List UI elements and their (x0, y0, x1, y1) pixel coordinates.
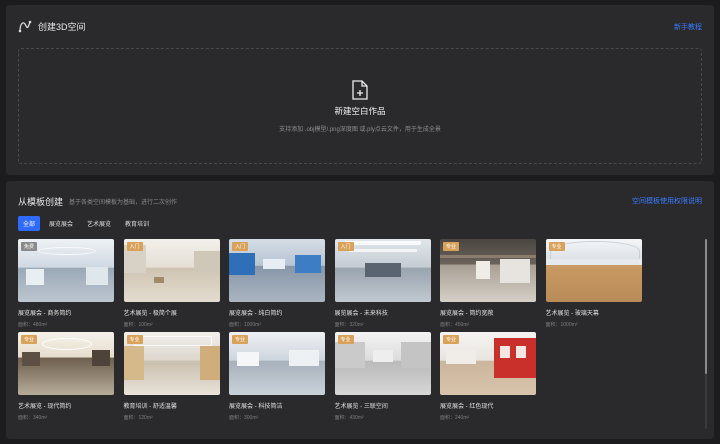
template-grid: 免费 展览展会 - 商务简约 面积：480m² 入门 艺术展览 - 极简个展 面… (18, 239, 658, 421)
template-area: 面积：430m² (334, 415, 364, 421)
template-area: 面积：1000m² (229, 322, 261, 328)
tab-art[interactable]: 艺术展览 (82, 216, 116, 231)
template-thumbnail[interactable]: 入门 (334, 239, 431, 302)
template-badge: 专业 (443, 335, 460, 344)
category-tabs: 全部 展览展会 艺术展览 教育培训 (18, 216, 154, 231)
create-panel: 创建3D空间 新手教程 新建空白作品 支持添加 .obj模型/.png深度图 或… (6, 5, 714, 175)
template-panel: 从模板创建 基于各类空间模板为基础，进行二次创作 空间模板使用权限说明 全部 展… (6, 181, 714, 439)
new-blank-dropzone[interactable]: 新建空白作品 支持添加 .obj模型/.png深度图 或.ply点云文件，用于生… (18, 48, 702, 164)
curve-path-icon (18, 20, 32, 33)
template-card[interactable]: 专业 艺术展览 - 现代简约 面积：340m² (18, 332, 114, 421)
template-area: 面积：120m² (123, 415, 153, 421)
guide-link[interactable]: 新手教程 (674, 22, 702, 32)
template-card[interactable]: 专业 展览展会 - 科技简洁 面积：300m² (229, 332, 325, 421)
template-badge: 入门 (337, 242, 354, 251)
template-thumbnail[interactable]: 专业 (123, 332, 220, 395)
template-badge: 专业 (232, 335, 249, 344)
template-area: 面积：480m² (18, 322, 48, 328)
templates-subtitle: 基于各类空间模板为基础，进行二次创作 (69, 200, 178, 206)
scrollbar-thumb[interactable] (705, 239, 707, 374)
template-card[interactable]: 专业 艺术展览 - 玻璃天幕 面积：1000m² (545, 239, 642, 328)
template-badge: 入门 (126, 242, 143, 251)
tab-education[interactable]: 教育培训 (120, 216, 154, 231)
template-card[interactable]: 专业 展览展会 - 红色现代 面积：240m² (440, 332, 536, 421)
template-thumbnail[interactable]: 免费 (18, 239, 114, 302)
template-title: 艺术展览 - 极简个展 (123, 311, 177, 317)
tab-exhibition[interactable]: 展览展会 (44, 216, 78, 231)
template-badge: 专业 (126, 335, 143, 344)
template-thumbnail[interactable]: 专业 (545, 239, 642, 302)
create-title: 创建3D空间 (38, 21, 86, 32)
template-card[interactable]: 专业 展览展会 - 简约宽敞 面积：450m² (440, 239, 536, 328)
template-card[interactable]: 免费 展览展会 - 商务简约 面积：480m² (18, 239, 114, 328)
template-area: 面积：340m² (18, 415, 48, 421)
template-area: 面积：100m² (123, 322, 153, 328)
dropzone-title: 新建空白作品 (334, 105, 386, 116)
template-title: 艺术展览 - 现代简约 (18, 404, 72, 410)
template-card[interactable]: 专业 教育培训 - 舒适温馨 面积：120m² (123, 332, 220, 421)
file-plus-icon (352, 79, 368, 100)
template-card[interactable]: 入门 展览展会 - 未来科技 面积：320m² (334, 239, 431, 328)
template-thumbnail[interactable]: 专业 (440, 332, 536, 395)
template-scrollbar[interactable] (705, 239, 707, 429)
dropzone-hint: 支持添加 .obj模型/.png深度图 或.ply点云文件，用于生成全景 (279, 126, 441, 133)
template-area: 面积：450m² (440, 322, 470, 328)
template-thumbnail[interactable]: 专业 (334, 332, 431, 395)
template-thumbnail[interactable]: 入门 (229, 239, 325, 302)
create-header: 创建3D空间 (18, 19, 86, 33)
template-badge: 专业 (548, 242, 565, 251)
template-badge: 入门 (232, 242, 249, 251)
template-badge: 免费 (21, 242, 38, 251)
template-title: 展览展会 - 商务简约 (18, 311, 72, 317)
template-area: 面积：240m² (440, 415, 470, 421)
template-area: 面积：320m² (334, 322, 364, 328)
template-title: 展览展会 - 未来科技 (334, 311, 388, 317)
template-thumbnail[interactable]: 入门 (123, 239, 220, 302)
template-title: 展览展会 - 红色现代 (440, 404, 494, 410)
template-card[interactable]: 入门 展览展会 - 纯白简约 面积：1000m² (229, 239, 325, 328)
template-badge: 专业 (21, 335, 38, 344)
templates-title: 从模板创建 (18, 197, 64, 207)
template-title: 艺术展览 - 三联空间 (334, 404, 388, 410)
template-area: 面积：300m² (229, 415, 259, 421)
template-thumbnail[interactable]: 专业 (18, 332, 114, 395)
template-title: 展览展会 - 简约宽敞 (440, 311, 494, 317)
template-title: 教育培训 - 舒适温馨 (123, 404, 177, 410)
rights-link[interactable]: 空间模板使用权限说明 (632, 196, 702, 206)
tab-all[interactable]: 全部 (18, 216, 41, 231)
template-badge: 专业 (443, 242, 460, 251)
template-title: 展览展会 - 科技简洁 (229, 404, 283, 410)
template-badge: 专业 (337, 335, 354, 344)
template-title: 展览展会 - 纯白简约 (229, 311, 283, 317)
template-thumbnail[interactable]: 专业 (440, 239, 536, 302)
template-area: 面积：1000m² (545, 322, 578, 328)
template-card[interactable]: 入门 艺术展览 - 极简个展 面积：100m² (123, 239, 220, 328)
template-card[interactable]: 专业 艺术展览 - 三联空间 面积：430m² (334, 332, 431, 421)
template-thumbnail[interactable]: 专业 (229, 332, 325, 395)
template-title: 艺术展览 - 玻璃天幕 (545, 311, 599, 317)
